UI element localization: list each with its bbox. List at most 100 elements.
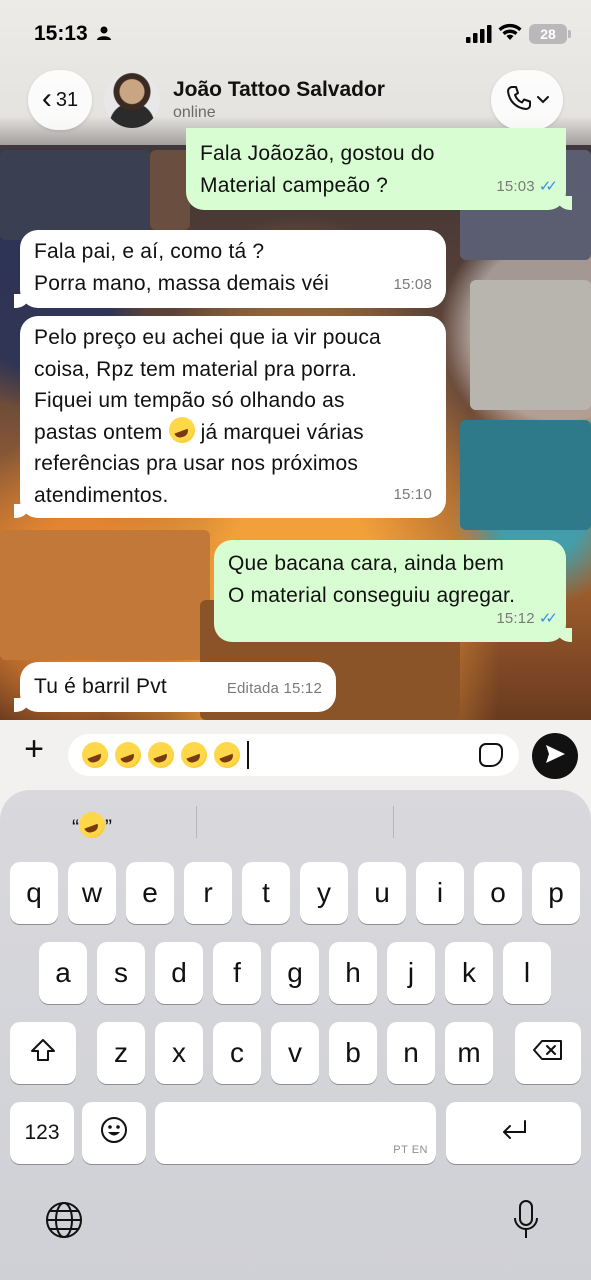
suggestion-quote: ” (105, 816, 112, 839)
chevron-down-icon (536, 91, 550, 109)
delete-key[interactable] (515, 1022, 581, 1084)
wallpaper-tile (460, 420, 591, 530)
message-bubble-incoming[interactable]: Fala pai, e aí, como tá ? Porra mano, ma… (14, 230, 446, 308)
message-meta: 15:12 ✓✓ (496, 603, 558, 635)
return-icon (499, 1117, 529, 1149)
smiley-icon (100, 1116, 128, 1151)
suggestion-item[interactable]: “” (72, 812, 112, 840)
rofl-emoji-icon (181, 742, 207, 768)
wallpaper-tile (150, 150, 190, 230)
send-arrow-icon (543, 742, 567, 771)
shift-key[interactable] (10, 1022, 76, 1084)
message-meta: 15:10 (393, 479, 432, 511)
plus-icon[interactable]: + (16, 732, 52, 768)
battery-level: 28 (529, 24, 567, 44)
message-time: 15:08 (393, 275, 432, 293)
key-n[interactable]: n (387, 1022, 435, 1084)
person-icon (96, 25, 112, 46)
emoji-key[interactable] (82, 1102, 146, 1164)
read-receipt-icon: ✓✓ (538, 177, 558, 195)
message-text: pastas ontem (34, 420, 163, 444)
message-bubble-incoming[interactable]: Tu é barril Pvt Editada 15:12 (14, 662, 336, 712)
rofl-emoji-icon (82, 742, 108, 768)
key-c[interactable]: c (213, 1022, 261, 1084)
suggestion-divider (393, 806, 394, 838)
message-bubble-outgoing[interactable]: Fala Joãozão, gostou do Material campeão… (186, 128, 572, 210)
key-j[interactable]: j (387, 942, 435, 1004)
read-receipt-icon: ✓✓ (538, 609, 558, 627)
key-k[interactable]: k (445, 942, 493, 1004)
key-d[interactable]: d (155, 942, 203, 1004)
message-text: já marquei várias (200, 420, 364, 444)
message-meta: Editada 15:12 (227, 673, 322, 705)
phone-icon (504, 83, 534, 118)
chevron-left-icon: ‹ (41, 81, 52, 115)
key-u[interactable]: u (358, 862, 406, 924)
unread-count: 31 (55, 88, 79, 111)
key-o[interactable]: o (474, 862, 522, 924)
key-y[interactable]: y (300, 862, 348, 924)
wallpaper-tile (0, 150, 150, 240)
message-bubble-incoming[interactable]: Pelo preço eu achei que ia vir pouca coi… (14, 316, 446, 518)
key-t[interactable]: t (242, 862, 290, 924)
key-s[interactable]: s (97, 942, 145, 1004)
message-meta: 15:03 ✓✓ (496, 171, 558, 203)
message-composer: + (0, 720, 591, 790)
message-text: Porra mano, massa demais véi (34, 271, 330, 295)
key-q[interactable]: q (10, 862, 58, 924)
key-b[interactable]: b (329, 1022, 377, 1084)
wallpaper-tile (470, 280, 591, 410)
key-i[interactable]: i (416, 862, 464, 924)
battery-icon (568, 30, 571, 38)
key-h[interactable]: h (329, 942, 377, 1004)
message-time: 15:12 (496, 609, 535, 627)
message-line: pastas ontem já marquei várias (34, 416, 432, 449)
key-w[interactable]: w (68, 862, 116, 924)
text-cursor (247, 741, 249, 769)
backspace-icon (532, 1037, 564, 1069)
back-button[interactable]: ‹ 31 (28, 70, 92, 130)
message-bubble-outgoing[interactable]: Que bacana cara, ainda bem O material co… (214, 540, 572, 642)
globe-icon[interactable] (44, 1200, 84, 1240)
suggestion-quote: “ (72, 816, 79, 839)
key-a[interactable]: a (39, 942, 87, 1004)
message-text: coisa, Rpz tem material pra porra. (34, 357, 358, 381)
send-button[interactable] (532, 733, 578, 779)
wifi-icon (498, 23, 522, 47)
key-m[interactable]: m (445, 1022, 493, 1084)
message-text: referências pra usar nos próximos (34, 452, 359, 475)
key-x[interactable]: x (155, 1022, 203, 1084)
rofl-emoji-icon (115, 742, 141, 768)
contact-avatar[interactable] (104, 72, 160, 128)
key-r[interactable]: r (184, 862, 232, 924)
key-f[interactable]: f (213, 942, 261, 1004)
key-z[interactable]: z (97, 1022, 145, 1084)
message-text: Pelo preço eu achei que ia vir pouca (34, 326, 381, 349)
sticker-icon[interactable] (479, 743, 503, 767)
return-key[interactable] (446, 1102, 581, 1164)
rofl-emoji-icon (148, 742, 174, 768)
contact-name[interactable]: João Tattoo Salvador (173, 78, 385, 102)
key-g[interactable]: g (271, 942, 319, 1004)
space-bar[interactable]: PT EN (155, 1102, 436, 1164)
numbers-key[interactable]: 123 (10, 1102, 74, 1164)
message-text: Fala Joãozão, gostou do (200, 142, 435, 165)
status-time: 15:13 (34, 22, 88, 45)
key-p[interactable]: p (532, 862, 580, 924)
space-bar-languages: PT EN (393, 1144, 428, 1156)
rofl-emoji-icon (79, 812, 105, 838)
wallpaper-tile (0, 530, 210, 660)
message-time: 15:03 (496, 177, 535, 195)
message-text: atendimentos. (34, 483, 169, 507)
rofl-emoji-icon (214, 742, 240, 768)
key-l[interactable]: l (503, 942, 551, 1004)
message-meta: 15:08 (393, 269, 432, 301)
call-button[interactable] (491, 70, 563, 130)
microphone-icon[interactable] (510, 1198, 542, 1242)
key-e[interactable]: e (126, 862, 174, 924)
status-bar: 15:13 28 (0, 0, 591, 68)
key-v[interactable]: v (271, 1022, 319, 1084)
shift-icon (30, 1037, 56, 1069)
message-input[interactable] (68, 734, 519, 776)
suggestion-divider (196, 806, 197, 838)
